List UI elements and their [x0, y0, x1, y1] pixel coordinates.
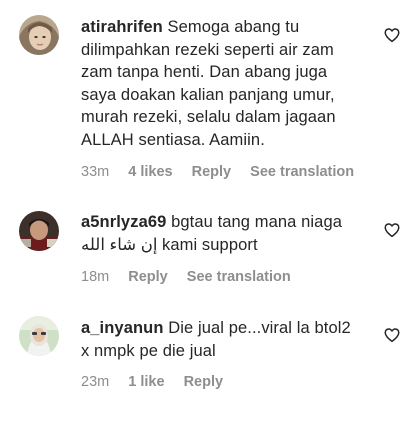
comment-arabic-text: إن شاء الله	[81, 235, 158, 254]
likes-count[interactable]: 1 like	[128, 374, 164, 390]
comment-text: a_inyanun Die jual pe...viral la btol2 x…	[81, 317, 381, 362]
comment-username[interactable]: a5nrlyza69	[81, 213, 166, 231]
comment-text: atirahrifen Semoga abang tu dilimpahkan …	[81, 16, 381, 151]
comment-username[interactable]: atirahrifen	[81, 18, 163, 36]
avatar[interactable]	[19, 316, 59, 356]
comment-body-line: dilimpahkan rezeki seperti air zam	[81, 40, 334, 59]
reply-button[interactable]: Reply	[184, 374, 224, 390]
comment-text: a5nrlyza69 bgtau tang mana niaga إن شاء …	[81, 211, 381, 256]
comment-time: 18m	[81, 269, 110, 285]
comment-body-line: ALLAH sentiasa. Aamiin.	[81, 130, 265, 149]
comment-username[interactable]: a_inyanun	[81, 319, 164, 337]
see-translation-button[interactable]: See translation	[187, 269, 291, 285]
comment-meta: 23m 1 like Reply	[81, 374, 238, 390]
reply-button[interactable]: Reply	[128, 269, 168, 285]
likes-count[interactable]: 4 likes	[128, 164, 172, 180]
comment-body-line: zam tanpa henti. Dan abang juga	[81, 63, 328, 81]
comment-body-line: murah rezeki, selalu dalam jagaan	[81, 108, 336, 126]
comment-meta: 33m 4 likes Reply See translation	[81, 164, 369, 180]
comment-body-line: kami support	[162, 235, 258, 254]
comment-meta: 18m Reply See translation	[81, 269, 306, 285]
comment-body-line: bgtau tang mana niaga	[171, 213, 342, 231]
reply-button[interactable]: Reply	[192, 164, 232, 180]
comment-time: 33m	[81, 164, 110, 180]
heart-outline-icon[interactable]	[383, 26, 401, 44]
heart-outline-icon[interactable]	[383, 326, 401, 344]
heart-outline-icon[interactable]	[383, 221, 401, 239]
comment-body-line: saya doakan kalian panjang umur,	[81, 85, 335, 104]
avatar[interactable]	[19, 211, 59, 251]
comment-time: 23m	[81, 374, 110, 390]
comment-body-line: x nmpk pe die jual	[81, 341, 216, 360]
comment-body-line: Semoga abang tu	[167, 18, 300, 36]
see-translation-button[interactable]: See translation	[250, 164, 354, 180]
avatar[interactable]	[19, 15, 59, 55]
comment-body-line: Die jual pe...viral la btol2	[168, 319, 351, 337]
